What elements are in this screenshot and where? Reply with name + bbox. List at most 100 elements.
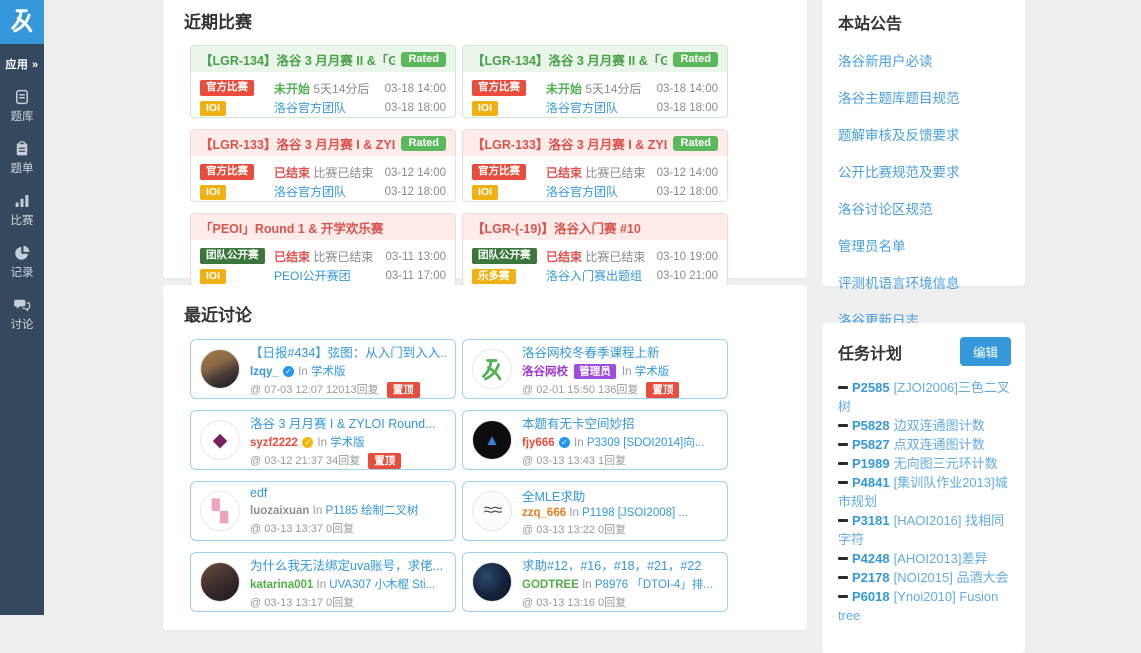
contest-card-body: 官方比赛 IOI 已结束 比赛已结束 洛谷官方团队 03-12 14:00 03… bbox=[463, 156, 727, 202]
discussion-meta: @ 07-03 12:07 12013回复 bbox=[250, 384, 379, 396]
task-problem-name[interactable]: 无向图三元环计数 bbox=[894, 456, 998, 471]
announcement-link[interactable]: 洛谷讨论区规范 bbox=[838, 198, 1009, 218]
sidebar-item-problem-lists[interactable]: 题单 bbox=[0, 140, 44, 176]
discussion-card[interactable]: ≈≈ 全MLE求助 zzq_666 In P1198 [JSOI2008] ..… bbox=[462, 481, 728, 541]
discussion-title-link[interactable]: 本题有无卡空间妙招 bbox=[522, 413, 718, 432]
discussion-meta: @ 03-13 13:37 0回复 bbox=[250, 523, 354, 535]
contest-host-link[interactable]: 洛谷官方团队 bbox=[274, 101, 346, 115]
announcement-link[interactable]: 题解审核及反馈要求 bbox=[838, 124, 1009, 144]
discussion-forum-link[interactable]: P1198 [JSOI2008] ... bbox=[582, 507, 688, 519]
discussion-forum-link[interactable]: P1185 绘制二叉树 bbox=[325, 505, 418, 517]
task-problem-name[interactable]: [AHOI2013]差异 bbox=[894, 551, 988, 566]
discussion-forum-link[interactable]: P3309 [SDOI2014]向... bbox=[587, 437, 705, 449]
discussion-user-link[interactable]: 洛谷网校 bbox=[522, 366, 568, 378]
contest-type-tag: 官方比赛 bbox=[472, 80, 526, 96]
discussion-card[interactable]: 洛谷网校冬春季课程上新 洛谷网校 管理员 In 学术版 @ 02-01 15:5… bbox=[462, 339, 728, 399]
contest-status-note: 比赛已结束 bbox=[585, 166, 645, 180]
discussion-card[interactable]: 为什么我无法绑定uva账号，求佬... katarina001 In UVA30… bbox=[190, 552, 456, 612]
contest-card[interactable]: 【LGR-(-19)】洛谷入门赛 #10 团队公开赛 乐多赛 已结束 比赛已结束… bbox=[462, 213, 728, 286]
contest-title[interactable]: 【LGR-133】洛谷 3 月月赛 I & ZYLOI ... bbox=[472, 134, 667, 153]
announcement-link[interactable]: 洛谷新用户必读 bbox=[838, 50, 1009, 70]
dark-navy-avatar[interactable] bbox=[472, 562, 512, 602]
task-problem-name[interactable]: 点双连通图计数 bbox=[894, 437, 985, 452]
anime-brown-avatar[interactable] bbox=[200, 349, 240, 389]
contest-card[interactable]: 【LGR-133】洛谷 3 月月赛 I & ZYLOI ... Rated 官方… bbox=[462, 129, 728, 202]
sidebar-item-apps[interactable]: 应用 » bbox=[0, 56, 44, 72]
discussion-forum-link[interactable]: P8976 「DTOI-4」排... bbox=[595, 579, 713, 591]
in-label: In bbox=[313, 505, 323, 517]
discussion-user-link[interactable]: katarina001 bbox=[250, 579, 313, 591]
discussion-title-link[interactable]: 为什么我无法绑定uva账号，求佬... bbox=[250, 555, 446, 574]
contest-title[interactable]: 【LGR-134】洛谷 3 月月赛 II &「GLR-... bbox=[472, 50, 667, 69]
contest-end-time: 03-12 18:00 bbox=[374, 183, 446, 202]
discussion-card[interactable]: 【日报#434】弦图：从入门到入入... lzqy_ ✓ In 学术版 @ 07… bbox=[190, 339, 456, 399]
discussion-title-link[interactable]: 【日报#434】弦图：从入门到入入... bbox=[250, 342, 446, 361]
in-label: In bbox=[574, 437, 584, 449]
announcement-link[interactable]: 评测机语言环境信息 bbox=[838, 272, 1009, 292]
in-label: In bbox=[582, 579, 592, 591]
discussion-user-link[interactable]: syzf2222 bbox=[250, 437, 298, 449]
sidebar-item-discussions[interactable]: 讨论 bbox=[0, 296, 44, 332]
contest-card[interactable]: 【LGR-134】洛谷 3 月月赛 II &「GLR-... Rated 官方比… bbox=[462, 45, 728, 118]
contest-card[interactable]: 「PEOI」Round 1 & 开学欢乐赛 团队公开赛 IOI 已结束 比赛已结… bbox=[190, 213, 456, 286]
contest-host-link[interactable]: PEOI公开赛团 bbox=[274, 269, 351, 283]
dash-icon bbox=[838, 557, 848, 560]
pink-mosaic-avatar[interactable]: ▚ bbox=[200, 491, 240, 531]
discussion-card[interactable]: ▲ 本题有无卡空间妙招 fjy666 ✓ In P3309 [SDOI2014]… bbox=[462, 410, 728, 470]
discussion-user-link[interactable]: lzqy_ bbox=[250, 366, 279, 378]
dash-icon bbox=[838, 386, 848, 389]
contest-title[interactable]: 【LGR-134】洛谷 3 月月赛 II &「GLR ... bbox=[200, 50, 395, 69]
dark-blue-triangle-avatar[interactable]: ▲ bbox=[472, 420, 512, 460]
task-item: P6018[Ynoi2010] Fusion tree bbox=[838, 587, 1011, 625]
task-problem-name[interactable]: 边双连通图计数 bbox=[894, 418, 985, 433]
discussion-title-link[interactable]: 洛谷网校冬春季课程上新 bbox=[522, 342, 718, 361]
luogu-logo[interactable] bbox=[0, 0, 44, 44]
task-problem-id[interactable]: P4841 bbox=[852, 475, 890, 490]
announcement-link[interactable]: 洛谷主题库题目规范 bbox=[838, 87, 1009, 107]
scribble-avatar[interactable]: ≈≈ bbox=[472, 491, 512, 531]
task-problem-id[interactable]: P1989 bbox=[852, 456, 890, 471]
task-problem-id[interactable]: P6018 bbox=[852, 589, 890, 604]
contest-card[interactable]: 【LGR-134】洛谷 3 月月赛 II &「GLR ... Rated 官方比… bbox=[190, 45, 456, 118]
discussion-card[interactable]: ◆ 洛谷 3 月月赛 I & ZYLOI Round... syzf2222 ✓… bbox=[190, 410, 456, 470]
discussion-title-link[interactable]: 全MLE求助 bbox=[522, 486, 718, 505]
contest-host-link[interactable]: 洛谷入门赛出题组 bbox=[546, 269, 642, 283]
discussion-forum-link[interactable]: 学术版 bbox=[635, 366, 670, 378]
task-problem-name[interactable]: [NOI2015] 品酒大会 bbox=[894, 570, 1009, 585]
task-problem-id[interactable]: P5828 bbox=[852, 418, 890, 433]
discussion-forum-link[interactable]: UVA307 小木棍 Sti... bbox=[329, 579, 435, 591]
task-problem-id[interactable]: P4248 bbox=[852, 551, 890, 566]
discussion-card[interactable]: ▚ edf luozaixuan In P1185 绘制二叉树 @ 03-13 … bbox=[190, 481, 456, 541]
discussion-card[interactable]: 求助#12，#16，#18，#21，#22 GODTREE In P8976 「… bbox=[462, 552, 728, 612]
purple-mosaic-avatar[interactable]: ◆ bbox=[200, 420, 240, 460]
contest-card[interactable]: 【LGR-133】洛谷 3 月月赛 I & ZYLOI ... Rated 官方… bbox=[190, 129, 456, 202]
contest-title[interactable]: 【LGR-133】洛谷 3 月月赛 I & ZYLOI ... bbox=[200, 134, 395, 153]
task-problem-id[interactable]: P2585 bbox=[852, 380, 890, 395]
discussion-title-link[interactable]: edf bbox=[250, 486, 446, 500]
announcement-link[interactable]: 管理员名单 bbox=[838, 235, 1009, 255]
discussion-user-link[interactable]: luozaixuan bbox=[250, 505, 309, 517]
task-problem-id[interactable]: P5827 bbox=[852, 437, 890, 452]
sidebar-item-contests[interactable]: 比赛 bbox=[0, 192, 44, 228]
contest-rule-tag: IOI bbox=[200, 269, 226, 285]
discussion-title-link[interactable]: 洛谷 3 月月赛 I & ZYLOI Round... bbox=[250, 413, 446, 432]
discussion-forum-link[interactable]: 学术版 bbox=[330, 437, 365, 449]
sidebar-item-records[interactable]: 记录 bbox=[0, 244, 44, 280]
contest-title[interactable]: 「PEOI」Round 1 & 开学欢乐赛 bbox=[200, 218, 383, 237]
task-problem-id[interactable]: P2178 bbox=[852, 570, 890, 585]
contest-title[interactable]: 【LGR-(-19)】洛谷入门赛 #10 bbox=[472, 218, 641, 237]
contest-host-link[interactable]: 洛谷官方团队 bbox=[274, 185, 346, 199]
discussion-user-link[interactable]: fjy666 bbox=[522, 437, 555, 449]
discussion-user-link[interactable]: zzq_666 bbox=[522, 507, 566, 519]
discussion-user-link[interactable]: GODTREE bbox=[522, 579, 579, 591]
announcement-link[interactable]: 公开比赛规范及要求 bbox=[838, 161, 1009, 181]
luogu-green-logo-avatar[interactable] bbox=[472, 349, 512, 389]
discussion-forum-link[interactable]: 学术版 bbox=[311, 366, 346, 378]
contest-host-link[interactable]: 洛谷官方团队 bbox=[546, 185, 618, 199]
discussion-title-link[interactable]: 求助#12，#16，#18，#21，#22 bbox=[522, 555, 718, 574]
edit-button[interactable]: 编辑 bbox=[960, 337, 1011, 366]
sidebar-item-problems[interactable]: 题库 bbox=[0, 88, 44, 124]
task-problem-id[interactable]: P3181 bbox=[852, 513, 890, 528]
anime-dark-avatar[interactable] bbox=[200, 562, 240, 602]
contest-host-link[interactable]: 洛谷官方团队 bbox=[546, 101, 618, 115]
